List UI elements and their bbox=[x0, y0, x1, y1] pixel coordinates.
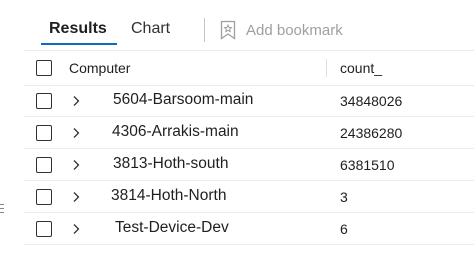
cell-computer: 4306-Arrakis-main bbox=[112, 123, 239, 140]
column-resize-handle[interactable] bbox=[326, 59, 327, 77]
add-bookmark-label: Add bookmark bbox=[246, 21, 343, 39]
cell-computer: 3814-Hoth-North bbox=[111, 187, 227, 204]
cell-count: 34848026 bbox=[340, 93, 403, 109]
column-header-computer[interactable]: Computer bbox=[69, 60, 130, 76]
cell-count: 6381510 bbox=[340, 157, 395, 173]
row-checkbox[interactable] bbox=[36, 157, 52, 173]
cell-count: 24386280 bbox=[340, 125, 403, 141]
chevron-right-icon[interactable] bbox=[71, 95, 81, 107]
cell-computer: Test-Device-Dev bbox=[115, 219, 229, 236]
row-checkbox[interactable] bbox=[36, 93, 52, 109]
row-checkbox[interactable] bbox=[36, 221, 52, 237]
tab-chart[interactable]: Chart bbox=[131, 18, 170, 40]
table-row[interactable]: 4306-Arrakis-main 24386280 bbox=[24, 117, 474, 149]
chevron-right-icon[interactable] bbox=[71, 223, 81, 235]
cell-count: 6 bbox=[340, 221, 348, 237]
row-checkbox[interactable] bbox=[36, 125, 52, 141]
active-tab-indicator bbox=[41, 43, 117, 45]
results-tab-bar: Results Chart Add bookmark bbox=[0, 0, 474, 48]
table-row[interactable]: 3813-Hoth-south 6381510 bbox=[24, 149, 474, 181]
table-header: Computer count_ bbox=[24, 50, 474, 86]
tab-results[interactable]: Results bbox=[49, 18, 107, 40]
panel-resize-grip-icon[interactable] bbox=[0, 204, 5, 214]
table-row[interactable]: 5604-Barsoom-main 34848026 bbox=[24, 85, 474, 117]
cell-computer: 5604-Barsoom-main bbox=[113, 91, 254, 108]
chevron-right-icon[interactable] bbox=[71, 127, 81, 139]
row-checkbox[interactable] bbox=[36, 189, 52, 205]
cell-count: 3 bbox=[340, 189, 348, 205]
add-bookmark-button[interactable]: Add bookmark bbox=[220, 19, 343, 41]
cell-computer: 3813-Hoth-south bbox=[113, 155, 229, 172]
column-header-count[interactable]: count_ bbox=[340, 60, 382, 76]
bookmark-star-icon bbox=[220, 20, 236, 40]
table-row[interactable]: Test-Device-Dev 6 bbox=[24, 213, 474, 245]
select-all-checkbox[interactable] bbox=[36, 60, 52, 76]
chevron-right-icon[interactable] bbox=[71, 159, 81, 171]
toolbar-divider bbox=[204, 18, 205, 42]
table-row[interactable]: 3814-Hoth-North 3 bbox=[24, 181, 474, 213]
chevron-right-icon[interactable] bbox=[71, 191, 81, 203]
